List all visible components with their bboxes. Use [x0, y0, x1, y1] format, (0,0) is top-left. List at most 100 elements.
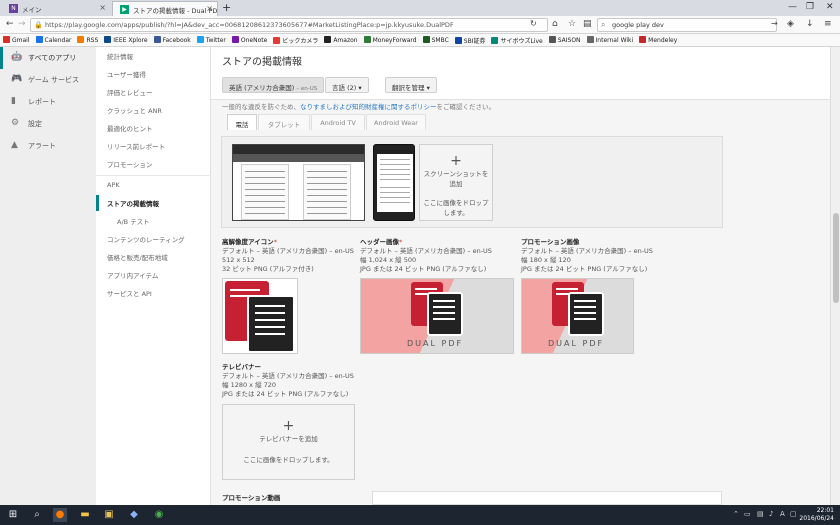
- menu-icon[interactable]: ≡: [824, 19, 832, 29]
- bookmark-label: SBI証券: [463, 38, 486, 45]
- keyboard-icon[interactable]: A: [780, 510, 785, 518]
- subnav-item-in-app-products[interactable]: アプリ内アイテム: [96, 266, 211, 284]
- maximize-icon[interactable]: ❐: [806, 2, 814, 12]
- pocket-icon[interactable]: ◈: [787, 19, 794, 29]
- bookmark-item[interactable]: SBI証券: [454, 36, 486, 45]
- rail-item-game-services[interactable]: 🎮 ゲーム サービス: [0, 69, 96, 91]
- bookmark-star-icon[interactable]: ☆: [568, 19, 576, 29]
- chrome-icon[interactable]: ◉: [152, 508, 166, 522]
- chevron-down-icon: ▾: [426, 84, 430, 92]
- minimize-icon[interactable]: —: [788, 2, 797, 12]
- add-screenshot-dropzone[interactable]: + スクリーンショットを追加 ここに画像をドロップします。: [419, 144, 493, 221]
- bookmark-item[interactable]: SMBC: [422, 36, 449, 44]
- search-input[interactable]: ⌕ google play dev: [597, 18, 777, 32]
- back-icon[interactable]: ←: [6, 19, 14, 29]
- required-mark: *: [399, 238, 403, 246]
- bookmark-item[interactable]: MoneyForward: [363, 36, 417, 44]
- bookmark-item[interactable]: ビックカメラ: [273, 36, 318, 45]
- subnav-item-prelaunch-report[interactable]: リリース前レポート: [96, 137, 211, 155]
- subnav-item-user-acquisition[interactable]: ユーザー獲得: [96, 65, 211, 83]
- scrollbar-thumb[interactable]: [833, 213, 839, 303]
- rail-item-settings[interactable]: ⚙ 設定: [0, 113, 96, 135]
- reading-list-icon[interactable]: ▤: [583, 19, 592, 29]
- rail-item-all-apps[interactable]: 🤖 すべてのアプリ: [0, 47, 96, 69]
- policy-link[interactable]: なりすましおよび知的財産権に関するポリシー: [300, 103, 437, 111]
- bookmark-item[interactable]: OneNote: [231, 36, 267, 44]
- download-icon[interactable]: ↓: [806, 19, 814, 29]
- tab-android-wear[interactable]: Android Wear: [366, 114, 426, 130]
- page-header: ストアの掲載情報 英語 (アメリカ合衆国) – en-US 言語 (2) ▾ 翻…: [211, 47, 830, 100]
- bookmark-label: ビックカメラ: [282, 38, 319, 45]
- firefox-icon[interactable]: ●: [53, 508, 67, 522]
- tab-tablet[interactable]: タブレット: [258, 114, 310, 130]
- window-close-icon[interactable]: ✕: [826, 2, 834, 12]
- subnav-item-content-rating[interactable]: コンテンツのレーティング: [96, 230, 211, 248]
- subnav-item-pricing-distribution[interactable]: 価格と販売/配布地域: [96, 248, 211, 266]
- close-icon[interactable]: ×: [206, 4, 213, 13]
- tray-chevron-icon[interactable]: ⌃: [733, 510, 739, 518]
- tab-main[interactable]: N メイン ×: [2, 1, 110, 16]
- url-bar[interactable]: 🔒 https://play.google.com/apps/publish/?…: [30, 18, 548, 32]
- subnav-item-store-listing[interactable]: ストアの掲載情報: [96, 194, 211, 212]
- hi-res-icon-image[interactable]: [222, 278, 298, 354]
- app-icon[interactable]: ◆: [127, 508, 141, 522]
- reload-icon[interactable]: ↻: [530, 19, 537, 28]
- subnav-item-crashes-anr[interactable]: クラッシュと ANR: [96, 101, 211, 119]
- lock-icon: 🔒: [34, 21, 43, 29]
- windows-start-icon[interactable]: ⊞: [6, 508, 20, 522]
- close-icon[interactable]: ×: [99, 3, 106, 12]
- languages-dropdown[interactable]: 言語 (2) ▾: [325, 77, 369, 93]
- subnav-item-ab-test[interactable]: A/B テスト: [96, 212, 211, 230]
- clock-time: 22:01: [816, 507, 834, 514]
- header-image[interactable]: DUAL PDF: [360, 278, 514, 354]
- search-icon[interactable]: ⌕: [30, 508, 44, 522]
- tab-android-tv[interactable]: Android TV: [311, 114, 365, 130]
- subnav-item-apk[interactable]: APK: [96, 177, 211, 195]
- subnav-item-promotion[interactable]: プロモーション: [96, 155, 211, 173]
- folder-icon[interactable]: ▣: [102, 508, 116, 522]
- tab-label: ストアの掲載情報 - Dual PD...: [133, 7, 218, 15]
- add-tv-banner-dropzone[interactable]: + テレビバナーを追加 ここに画像をドロップします。: [222, 404, 355, 480]
- search-go-icon[interactable]: →: [771, 19, 778, 28]
- rail-item-alerts[interactable]: ▲ アラート: [0, 135, 96, 157]
- bookmark-item[interactable]: Facebook: [153, 36, 191, 44]
- asset-line: デフォルト – 英語 (アメリカ合衆国) – en-US: [222, 372, 354, 380]
- bookmark-item[interactable]: Calendar: [35, 36, 71, 44]
- bookmark-item[interactable]: Twitter: [196, 36, 226, 44]
- subnav-item-optimization-tips[interactable]: 最適化のヒント: [96, 119, 211, 137]
- tab-store-listing[interactable]: ▶ ストアの掲載情報 - Dual PD... ×: [112, 1, 218, 16]
- file-explorer-icon[interactable]: ▬: [78, 508, 92, 522]
- screenshot-thumbnail[interactable]: [373, 144, 415, 221]
- bookmark-item[interactable]: RSS: [77, 36, 98, 44]
- bookmark-item[interactable]: SAISON: [548, 36, 581, 44]
- bookmark-item[interactable]: サイボウズLive: [491, 36, 543, 45]
- network-icon[interactable]: ▭: [744, 510, 751, 518]
- new-tab-button[interactable]: +: [222, 1, 231, 14]
- bookmark-item[interactable]: Internal Wiki: [586, 36, 633, 44]
- home-icon[interactable]: ⌂: [552, 19, 558, 29]
- promo-image[interactable]: DUAL PDF: [521, 278, 634, 354]
- asset-line: デフォルト – 英語 (アメリカ合衆国) – en-US: [360, 247, 492, 255]
- manage-translations-dropdown[interactable]: 翻訳を管理 ▾: [385, 77, 437, 93]
- page-scrollbar[interactable]: [830, 47, 840, 505]
- notifications-icon[interactable]: ▢: [790, 510, 797, 518]
- rail-item-reports[interactable]: ▮ レポート: [0, 91, 96, 113]
- bookmark-label: MoneyForward: [372, 37, 417, 44]
- subnav-item-statistics[interactable]: 統計情報: [96, 47, 211, 65]
- forward-icon[interactable]: →: [18, 19, 26, 29]
- ime-icon[interactable]: ▤: [757, 510, 764, 518]
- bookmark-item[interactable]: Gmail: [3, 36, 30, 44]
- language-select-button[interactable]: 英語 (アメリカ合衆国) – en-US: [222, 77, 325, 93]
- clock[interactable]: 22:01 2016/06/24: [799, 507, 834, 523]
- subnav-item-ratings-reviews[interactable]: 評価とレビュー: [96, 83, 211, 101]
- tab-phone[interactable]: 電話: [227, 114, 257, 130]
- bookmark-item[interactable]: Mendeley: [639, 36, 677, 44]
- bookmark-label: SAISON: [557, 37, 581, 44]
- subnav-item-services-apis[interactable]: サービスと API: [96, 284, 211, 302]
- volume-icon[interactable]: ♪: [769, 510, 773, 518]
- promo-image-info: プロモーション画像 デフォルト – 英語 (アメリカ合衆国) – en-US 幅…: [521, 238, 653, 274]
- bookmark-item[interactable]: Amazon: [324, 36, 358, 44]
- screenshot-thumbnail[interactable]: [232, 144, 365, 221]
- bookmark-item[interactable]: IEEE Xplore: [104, 36, 148, 44]
- promo-video-input[interactable]: [372, 491, 722, 505]
